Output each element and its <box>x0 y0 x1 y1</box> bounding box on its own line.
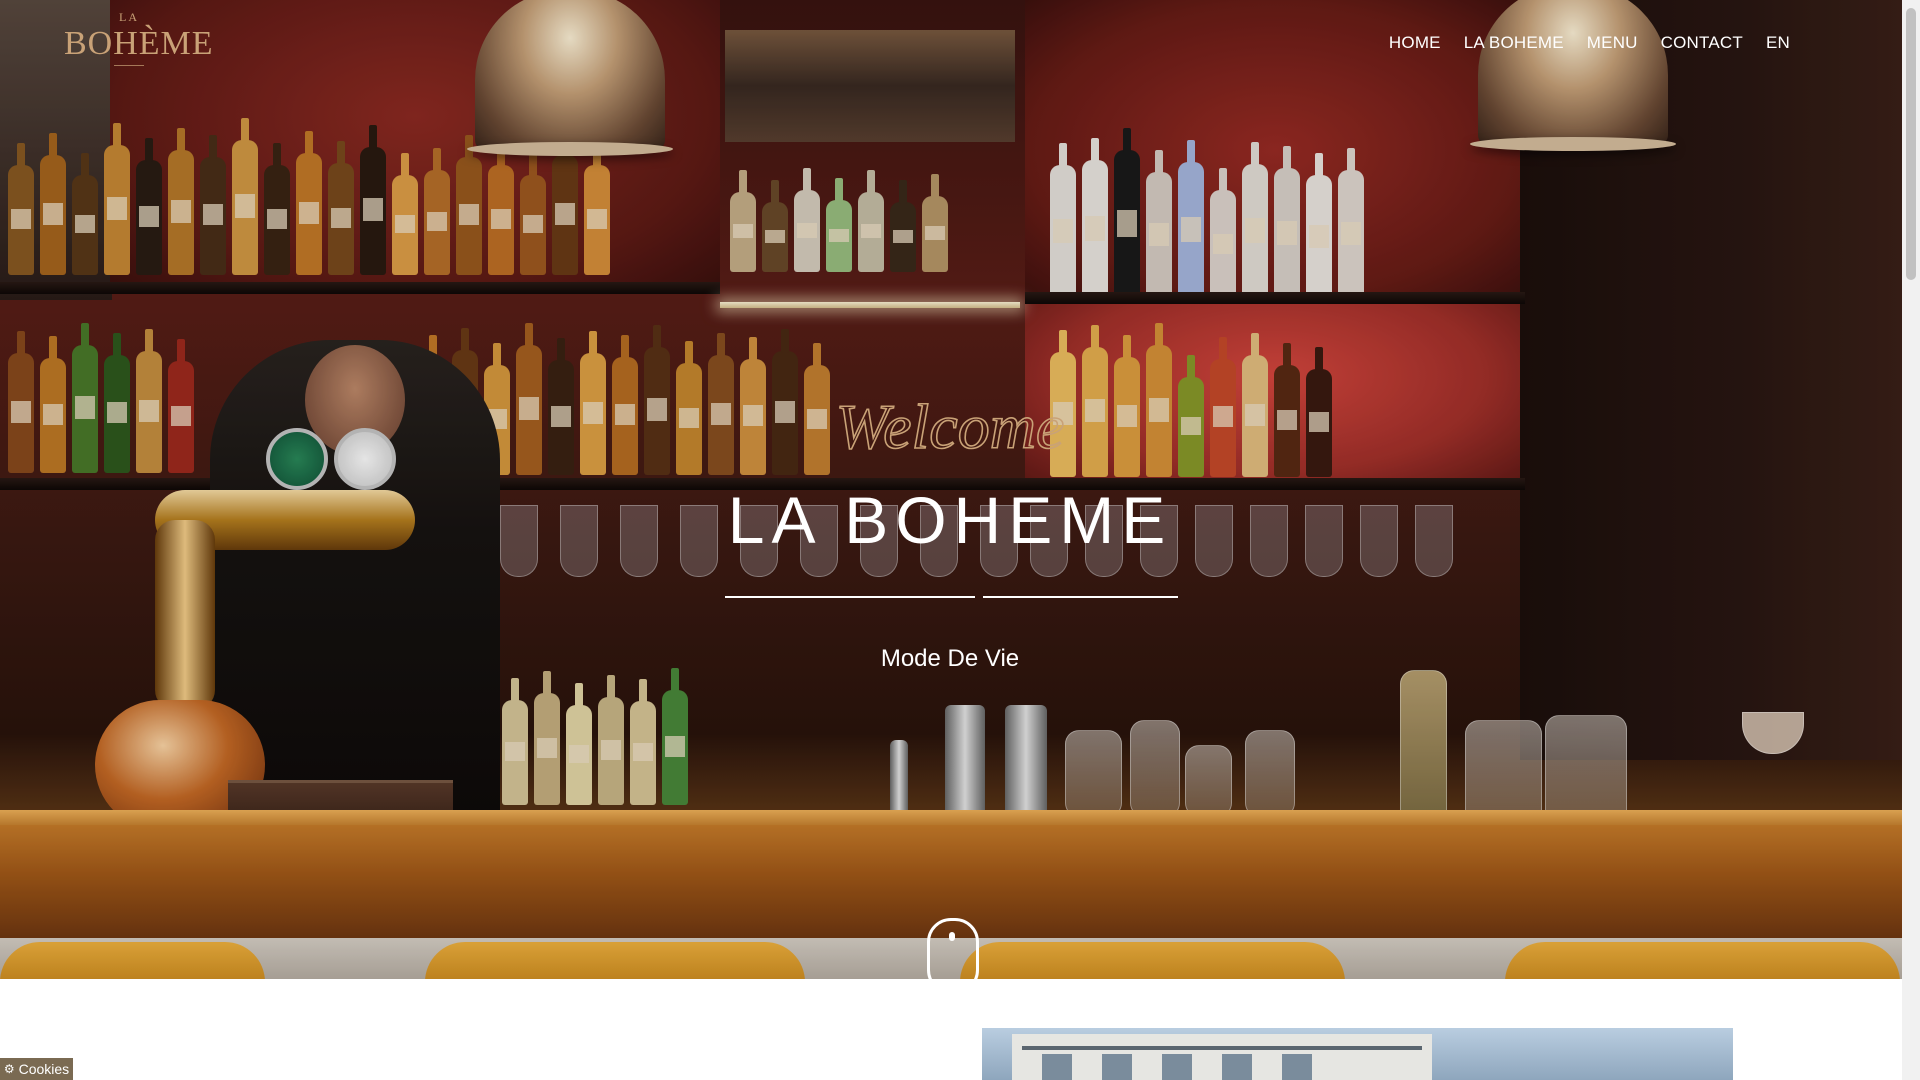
gear-icon: ⚙ <box>3 1062 15 1076</box>
main-navigation: HOME LA BOHEME MENU CONTACT EN <box>1366 33 1790 53</box>
hero-subtitle: Mode De Vie <box>880 645 1020 672</box>
logo-main-text: BOHÈME <box>64 25 214 62</box>
mouse-scroll-icon[interactable] <box>927 918 979 994</box>
title-divider-right <box>983 596 1178 598</box>
nav-home[interactable]: HOME <box>1389 33 1441 53</box>
cookies-label: Cookies <box>18 1061 70 1077</box>
nav-menu[interactable]: MENU <box>1587 33 1638 53</box>
logo-underline <box>114 65 144 66</box>
page-scrollbar[interactable] <box>1902 0 1920 1080</box>
nav-language-en[interactable]: EN <box>1766 33 1790 53</box>
nav-la-boheme[interactable]: LA BOHEME <box>1464 33 1564 53</box>
site-logo[interactable]: LA BOHÈME <box>64 10 214 80</box>
scrollbar-thumb[interactable] <box>1906 8 1916 280</box>
building-photo <box>982 1028 1733 1080</box>
cookies-button[interactable]: ⚙ Cookies <box>0 1058 73 1080</box>
nav-contact[interactable]: CONTACT <box>1661 33 1743 53</box>
hero-title: LA BOHEME <box>727 483 1173 557</box>
welcome-script-text: Welcome <box>836 391 1065 462</box>
title-divider-left <box>725 596 975 598</box>
welcome-script: Welcome <box>835 390 1065 463</box>
logo-small-text: LA <box>119 10 139 24</box>
